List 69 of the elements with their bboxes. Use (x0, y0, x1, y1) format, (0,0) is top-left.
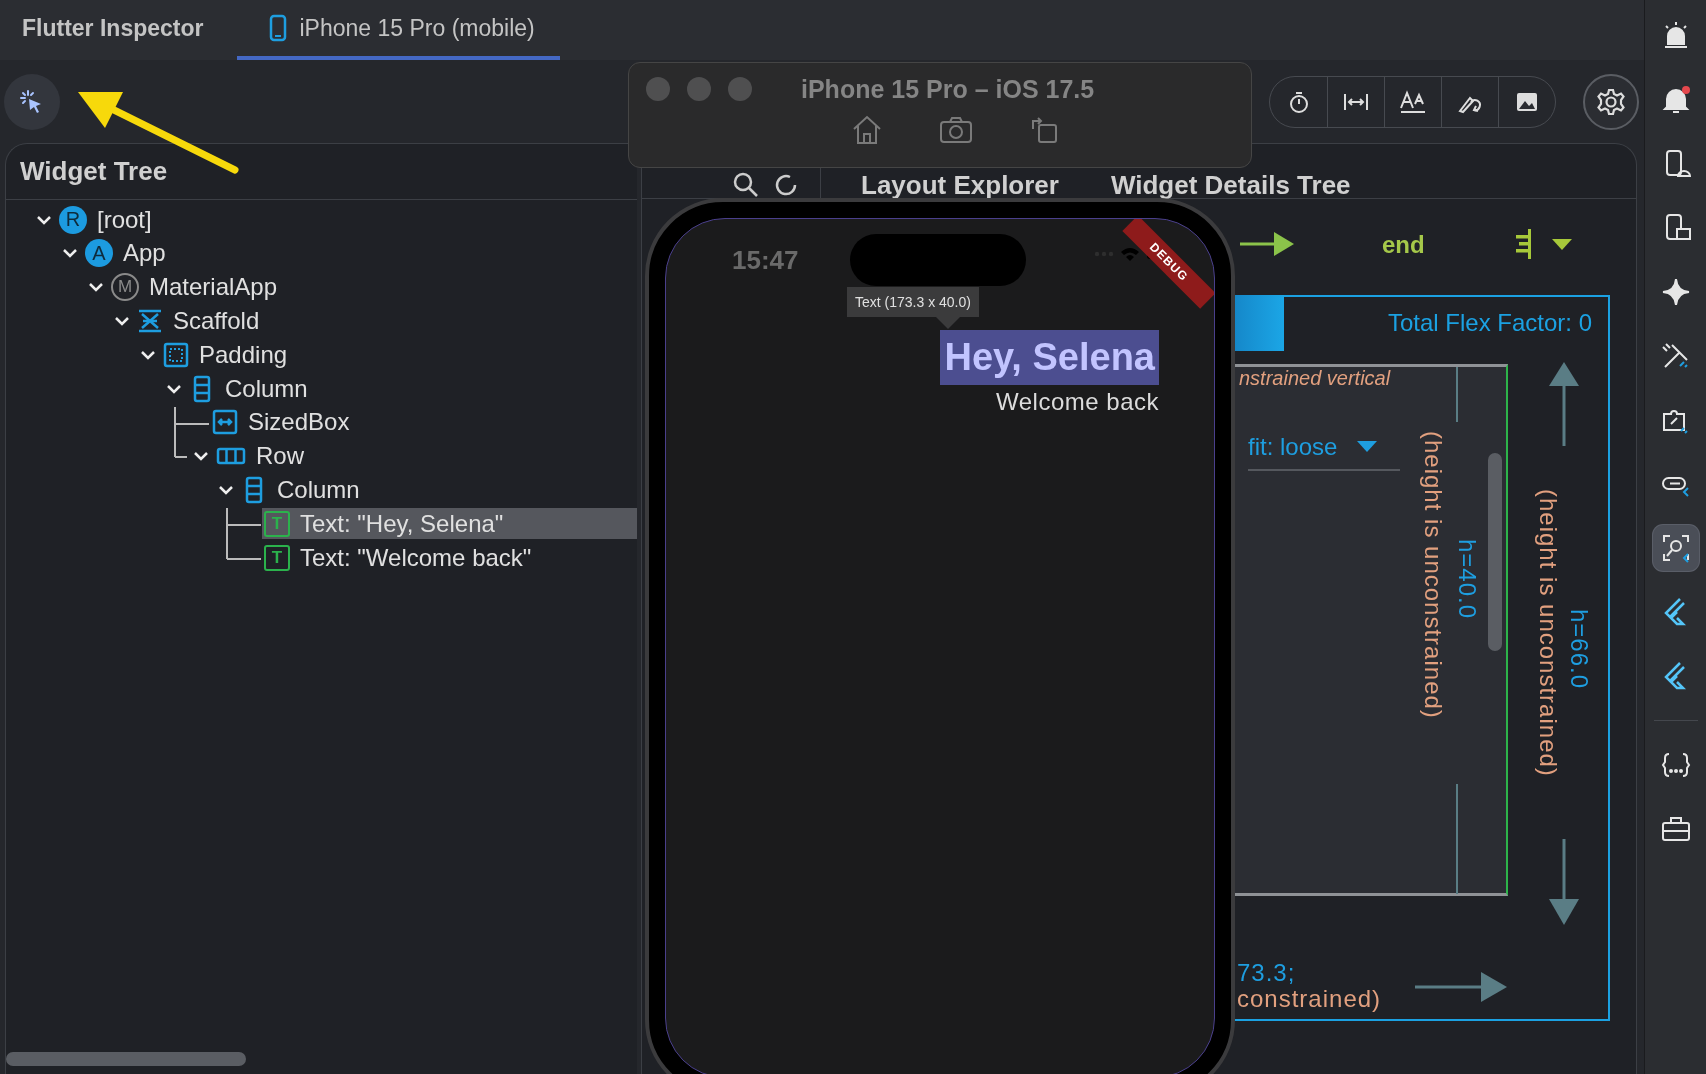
up-arrow-icon (1549, 362, 1579, 446)
constraint-label: nstrained vertical (1239, 367, 1391, 390)
tree-item[interactable]: A App (83, 237, 637, 269)
node-type-badge: R (59, 205, 87, 234)
tree-item[interactable]: M MaterialApp (109, 271, 637, 303)
flex-factor-label: Total Flex Factor: 0 (1387, 309, 1592, 337)
node-label: Text: "Hey, Selena" (300, 509, 504, 538)
node-label: Text: "Welcome back" (300, 543, 532, 572)
height-note: (height is unconstrained) (1534, 489, 1562, 777)
tree-item[interactable]: Padding (161, 339, 637, 371)
tab[interactable]: Flutter Inspector (0, 0, 238, 60)
node-label: Column (277, 475, 360, 504)
row-icon (216, 446, 246, 467)
window-title: iPhone 15 Pro – iOS 17.5 (801, 74, 1095, 104)
greeting-text: Hey, Selena (940, 330, 1159, 385)
right-arrow-icon (1415, 971, 1507, 1003)
node-type-badge: T (264, 510, 290, 537)
hourglass-icon (137, 308, 163, 335)
camera-icon[interactable] (939, 116, 973, 144)
inspector-button[interactable] (1652, 525, 1699, 571)
tab[interactable]: iPhone 15 Pro (mobile) (237, 0, 560, 60)
tree-item[interactable]: Column (187, 373, 637, 405)
tree-item[interactable]: Column (239, 474, 637, 506)
rotate-icon[interactable] (1029, 115, 1059, 145)
tree-item[interactable]: Row (214, 440, 637, 472)
caret-icon[interactable] (1552, 239, 1572, 251)
padding-icon (163, 341, 189, 368)
node-label: Scaffold (173, 307, 260, 336)
alignment-label: end (1382, 231, 1425, 259)
height-note: (height is unconstrained) (1419, 431, 1447, 719)
tab[interactable]: Layout Explorer (861, 169, 1059, 201)
node-label: MaterialApp (149, 273, 278, 302)
node-label: App (123, 239, 166, 268)
width-note: constrained) (1237, 985, 1382, 1013)
node-label: Row (256, 442, 304, 471)
subtitle-text: Welcome back (996, 388, 1159, 416)
scrollbar-thumb[interactable] (1488, 453, 1502, 651)
node-type-badge: A (85, 239, 113, 268)
sized-box-icon (212, 409, 238, 436)
height-value: h=40.0 (1453, 539, 1481, 620)
status-time: 15:47 (732, 245, 799, 276)
guide-line (1456, 367, 1458, 422)
caret-icon (1357, 441, 1378, 453)
tab[interactable]: Widget Details Tree (1110, 169, 1351, 201)
arrow-icon (1240, 229, 1296, 259)
panel-title: Widget Tree (20, 156, 168, 187)
node-type-badge: T (264, 544, 290, 571)
phone-icon (269, 14, 288, 42)
node-label: Column (225, 374, 308, 403)
node-label: SizedBox (248, 408, 350, 437)
tree-item[interactable]: T Text: "Hey, Selena" (262, 508, 637, 540)
tree-item[interactable]: SizedBox (210, 406, 637, 438)
tree-item[interactable]: T Text: "Welcome back" (262, 542, 637, 573)
node-label: Padding (199, 340, 288, 369)
fit-dropdown[interactable]: fit: loose (1248, 425, 1400, 471)
text-size-icon (1399, 89, 1427, 114)
tree-item[interactable]: R [root] (57, 204, 637, 236)
node-type-badge: M (111, 273, 139, 302)
search-icon[interactable] (732, 171, 760, 199)
wifi-icon (1120, 245, 1140, 262)
node-label: [root] (97, 205, 152, 234)
tree-item[interactable]: Scaffold (135, 305, 637, 337)
height-value: h=66.0 (1565, 609, 1593, 690)
flex-block (1232, 295, 1284, 351)
home-icon[interactable] (851, 115, 883, 145)
scrollbar-thumb[interactable] (6, 1052, 246, 1066)
settings-icon (1596, 86, 1626, 117)
width-value: 73.3; (1237, 959, 1296, 987)
down-arrow-icon (1549, 839, 1579, 925)
